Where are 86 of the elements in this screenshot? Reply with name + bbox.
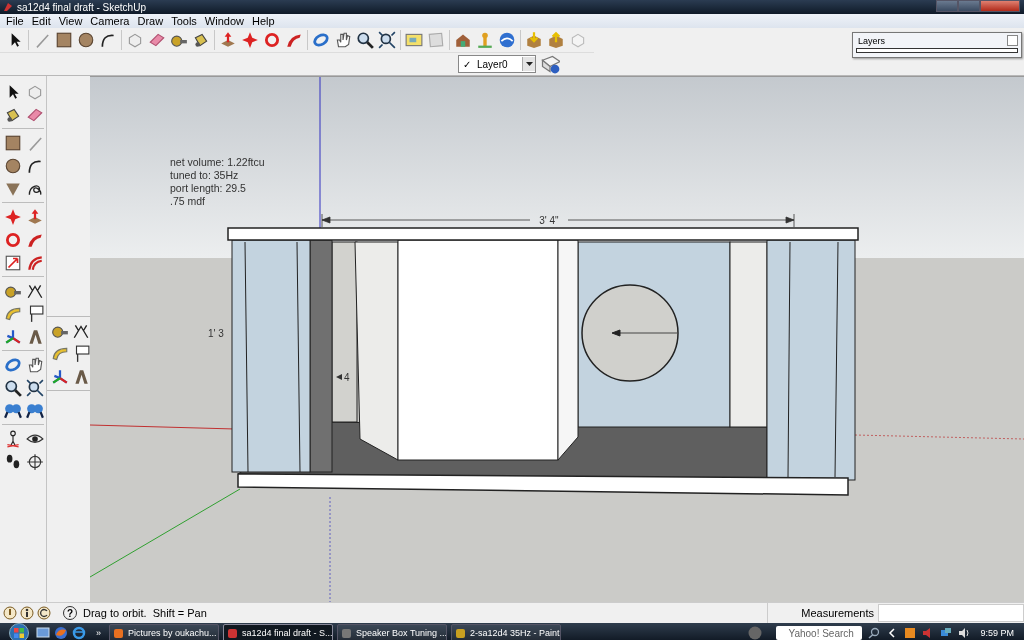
magnifier-pair-icon[interactable] (26, 401, 44, 420)
show-more-button[interactable]: » (96, 628, 101, 638)
globe-icon[interactable] (498, 31, 516, 49)
monitor-icon[interactable] (36, 626, 50, 640)
crosshair-icon[interactable] (26, 452, 44, 471)
taskbar-button[interactable]: 2-sa12d4 35Hz - Paint (451, 624, 561, 640)
note-text: .75 mdf (170, 195, 206, 207)
menu-item[interactable]: View (54, 15, 87, 27)
app-icon (113, 627, 124, 639)
layer-name: Layer0 (477, 58, 509, 70)
check-mark: ✓ (463, 58, 471, 70)
person-icon[interactable] (20, 606, 34, 620)
search-icon[interactable] (868, 627, 881, 639)
network-icon[interactable] (940, 627, 953, 639)
zoom-extents-icon[interactable] (26, 378, 44, 397)
figure-icon[interactable] (4, 429, 22, 448)
clock: 9:59 PM (980, 628, 1014, 638)
orbit-icon[interactable] (4, 355, 22, 374)
circle-icon[interactable] (4, 156, 22, 175)
start-orb-icon[interactable] (8, 623, 30, 640)
window-title: sa12d4 final draft - SketchUp (17, 1, 147, 13)
panel-close-button[interactable] (1007, 35, 1018, 46)
axes-icon[interactable] (4, 327, 22, 346)
zoom-icon[interactable] (356, 31, 374, 49)
layer-dropdown[interactable]: ✓ Layer0 (458, 55, 536, 73)
magnifier-pair-icon[interactable] (4, 401, 22, 420)
dimension-label: 4 (344, 372, 350, 383)
figure-pin-icon[interactable] (476, 31, 494, 49)
menu-item[interactable]: Edit (27, 15, 55, 27)
axes-icon[interactable] (50, 367, 69, 386)
hand-icon[interactable] (334, 31, 352, 49)
scale-icon[interactable] (4, 253, 22, 272)
taskbar-button[interactable]: Pictures by oukachu... (109, 624, 219, 640)
circle-arc-icon[interactable] (37, 606, 51, 620)
panel-title: Layers (858, 35, 885, 46)
footprints-icon[interactable] (4, 452, 22, 471)
tray-app-icon[interactable] (904, 627, 917, 639)
dropdown-arrow-icon (525, 62, 533, 66)
hand-icon[interactable] (26, 355, 44, 374)
app-icon (455, 627, 466, 639)
map-icon[interactable] (405, 31, 423, 49)
menu-item[interactable]: Help (247, 15, 279, 27)
zoom-icon[interactable] (4, 378, 22, 397)
3d-text-icon[interactable] (26, 327, 44, 346)
push-pull-icon[interactable] (219, 31, 237, 49)
app-icon (227, 627, 238, 639)
taskbar-button[interactable]: Speaker Box Tuning ... (337, 624, 447, 640)
menu-item[interactable]: File (2, 15, 28, 27)
square-icon[interactable] (4, 133, 22, 152)
note-text: tuned to: 35Hz (170, 169, 239, 181)
dimension-label: 3' 4" (539, 215, 559, 226)
square-icon[interactable] (55, 31, 73, 49)
move-icon[interactable] (241, 31, 259, 49)
rotate-icon[interactable] (4, 230, 22, 249)
download-box-icon[interactable] (525, 31, 543, 49)
orbit-icon[interactable] (312, 31, 330, 49)
circle-icon[interactable] (77, 31, 95, 49)
push-pull-icon[interactable] (26, 207, 44, 226)
dimension-arrow-icon (336, 374, 342, 380)
dimension-label: 1' 3 (208, 328, 224, 339)
search-field[interactable]: Yahoo! Search (776, 626, 863, 640)
volume-icon[interactable] (958, 627, 971, 639)
taskbar-button[interactable]: sa12d4 final draft - S... (223, 624, 333, 640)
follow-me-icon[interactable] (285, 31, 303, 49)
measurements-field[interactable] (878, 604, 1024, 622)
menu-item[interactable]: Draw (133, 15, 168, 27)
menu-item[interactable]: Tools (167, 15, 201, 27)
browser-icon[interactable] (72, 626, 86, 640)
layers-icon[interactable] (540, 54, 560, 74)
menu-item[interactable]: Camera (86, 15, 134, 27)
app-icon (3, 2, 13, 12)
app-icon (341, 627, 352, 639)
zoom-extents-icon[interactable] (378, 31, 396, 49)
offset-icon[interactable] (26, 253, 44, 272)
round-logo-icon[interactable] (748, 626, 763, 640)
paint-bucket-icon[interactable] (192, 31, 210, 49)
move-icon[interactable] (4, 207, 22, 226)
note-text: net volume: 1.22ftcu (170, 156, 265, 168)
eraser-icon[interactable] (148, 31, 166, 49)
close-button[interactable] (980, 0, 1020, 12)
status-hint: Drag to orbit. Shift = Pan (83, 607, 208, 619)
fox-globe-icon[interactable] (54, 626, 68, 640)
menu-item[interactable]: Window (200, 15, 248, 27)
rotate-icon[interactable] (263, 31, 281, 49)
upload-box-icon[interactable] (547, 31, 565, 49)
note-text: port length: 29.5 (170, 182, 246, 194)
